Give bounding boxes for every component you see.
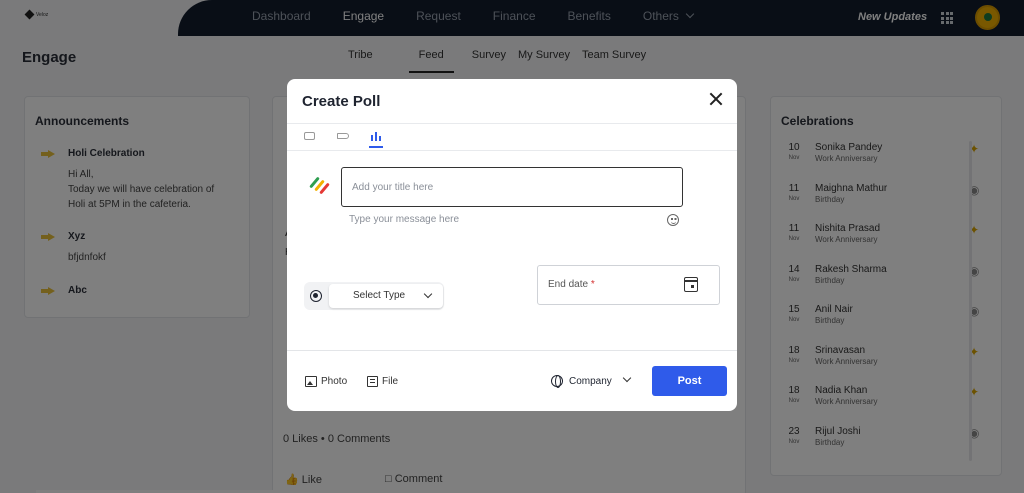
- photo-label: Photo: [321, 375, 348, 387]
- select-type-dropdown[interactable]: Select Type: [329, 284, 443, 308]
- required-mark: *: [590, 279, 595, 290]
- photo-icon: [305, 375, 317, 387]
- announcement-icon[interactable]: [335, 128, 351, 148]
- chevron-down-icon: [622, 373, 632, 383]
- post-type-tabs: [287, 123, 737, 151]
- poll-type-radio[interactable]: [310, 290, 322, 302]
- audience-label: Company: [569, 375, 612, 387]
- add-file-button[interactable]: File: [367, 373, 398, 389]
- end-date-text: End date: [548, 279, 589, 290]
- select-type-label: Select Type: [353, 290, 406, 301]
- calendar-icon[interactable]: [684, 277, 698, 292]
- brand-logo-icon: [309, 175, 330, 195]
- dialog-divider: [287, 350, 737, 351]
- poll-message-input[interactable]: Type your message here: [349, 214, 459, 225]
- close-icon[interactable]: [709, 92, 723, 106]
- poll-title-input[interactable]: [341, 167, 683, 207]
- text-post-icon[interactable]: [302, 128, 318, 148]
- create-poll-dialog: Create Poll Type your message here Selec…: [287, 79, 737, 411]
- file-icon: [367, 375, 378, 387]
- globe-icon: [551, 375, 563, 388]
- add-photo-button[interactable]: Photo: [305, 373, 347, 389]
- end-date-field[interactable]: End date *: [537, 265, 720, 305]
- post-button[interactable]: Post: [652, 366, 727, 396]
- poll-type-selector: Select Type: [304, 282, 444, 310]
- file-label: File: [382, 375, 399, 387]
- audience-dropdown[interactable]: Company: [551, 372, 632, 390]
- chevron-down-icon: [423, 289, 433, 299]
- poll-icon[interactable]: [369, 128, 383, 148]
- end-date-label: End date *: [548, 279, 595, 290]
- emoji-icon[interactable]: [667, 214, 679, 226]
- dialog-title: Create Poll: [302, 93, 381, 110]
